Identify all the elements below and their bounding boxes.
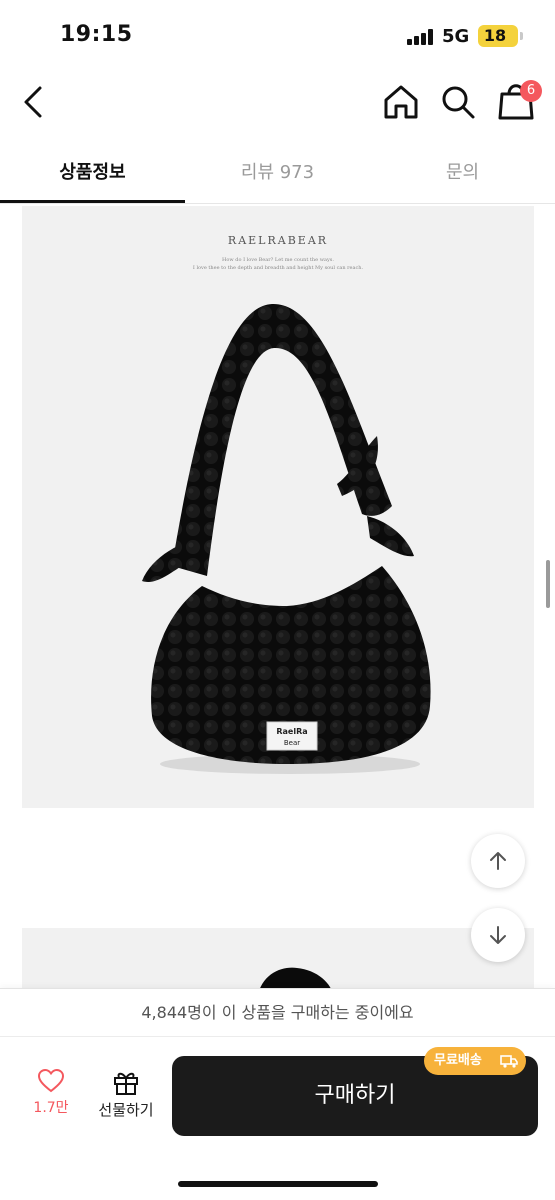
- active-tab-indicator: [0, 200, 185, 203]
- scroll-bottom-button[interactable]: [471, 908, 525, 962]
- free-shipping-label: 무료배송: [434, 1053, 482, 1068]
- gift-label: 선물하기: [98, 1101, 154, 1119]
- brand-wordmark: RAELRABEAR: [227, 234, 329, 247]
- gift-icon: [114, 1072, 138, 1095]
- tagline-line-2: I love thee to the depth and breadth and…: [192, 265, 364, 271]
- bag-label-line-1: RaelRa: [276, 727, 307, 736]
- like-count: 1.7만: [33, 1100, 69, 1116]
- battery-icon: 18: [478, 25, 518, 47]
- product-image: RAELRABEAR How do I love Bear? Let me co…: [22, 206, 534, 808]
- scrollbar-thumb[interactable]: [546, 560, 550, 608]
- network-label: 5G: [442, 26, 470, 47]
- bag-illustration: RaelRa Bear: [142, 303, 431, 774]
- tab-inquiry[interactable]: 문의: [370, 158, 555, 183]
- search-icon: [442, 86, 475, 119]
- bag-label-line-2: Bear: [284, 739, 300, 747]
- tab-reviews[interactable]: 리뷰 973: [185, 158, 370, 183]
- battery-cap: [520, 32, 523, 40]
- buyers-count-banner: 4,844명이 이 상품을 구매하는 중이에요: [0, 989, 555, 1037]
- status-bar: 19:15 5G 18: [0, 0, 555, 70]
- home-indicator: [178, 1181, 378, 1187]
- truck-icon: [500, 1055, 518, 1068]
- nav-bar: [0, 70, 555, 134]
- home-button[interactable]: [381, 82, 421, 122]
- product-tabs: 상품정보 리뷰 973 문의: [0, 134, 555, 204]
- back-button[interactable]: [16, 82, 52, 122]
- tagline-line-1: How do I love Bear? Let me count the way…: [222, 257, 334, 263]
- gift-button[interactable]: 선물하기: [90, 1069, 162, 1129]
- scroll-top-button[interactable]: [471, 834, 525, 888]
- home-icon: [384, 85, 418, 119]
- battery-level: 18: [483, 26, 507, 45]
- arrow-up-icon: [490, 852, 506, 870]
- tab-product-info[interactable]: 상품정보: [0, 158, 185, 183]
- cart-count-badge: 6: [520, 80, 542, 102]
- search-button[interactable]: [438, 82, 478, 122]
- signal-icon: [407, 29, 435, 45]
- brand-tagline: How do I love Bear? Let me count the way…: [22, 256, 534, 272]
- free-shipping-badge: 무료배송: [424, 1047, 526, 1075]
- heart-icon: [38, 1069, 64, 1093]
- status-time: 19:15: [60, 22, 133, 47]
- like-button[interactable]: 1.7만: [20, 1069, 82, 1129]
- purchase-panel: 4,844명이 이 상품을 구매하는 중이에요 1.7만 선물하기 구매하기 무…: [0, 988, 555, 1200]
- arrow-down-icon: [490, 926, 506, 944]
- back-icon: [24, 86, 42, 118]
